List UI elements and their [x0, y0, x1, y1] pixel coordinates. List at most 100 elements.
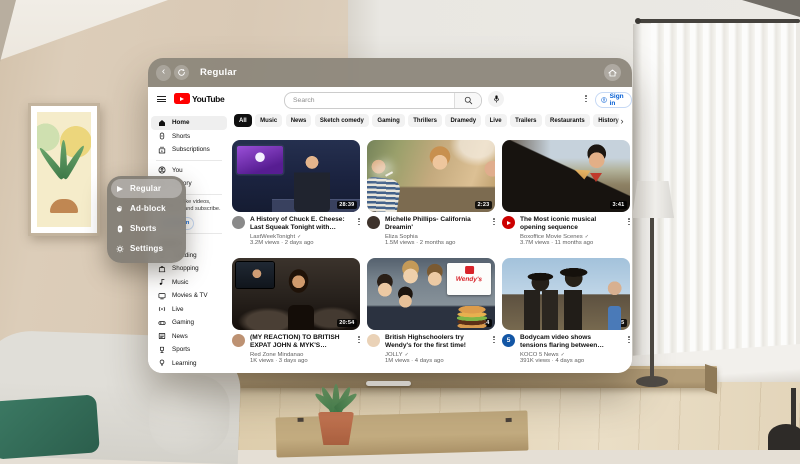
video-menu-icon[interactable] — [358, 218, 360, 225]
floor-lamp-base — [636, 376, 668, 387]
video-meta: 1M views · 4 days ago — [385, 358, 481, 364]
duration-badge: 2:23 — [475, 201, 492, 209]
header-more-icon[interactable] — [585, 95, 587, 102]
video-menu-icon[interactable] — [493, 218, 495, 225]
sidebar-item-news[interactable]: News — [148, 330, 230, 344]
chip-all[interactable]: All — [234, 114, 252, 127]
channel-avatar[interactable] — [367, 334, 380, 347]
channel-name[interactable]: KOCO 5 News✓ — [520, 352, 616, 358]
video-thumbnail[interactable]: Wendy's 11:34 — [367, 258, 495, 330]
youtube-page: YouTube — [148, 87, 632, 373]
home-button[interactable] — [604, 64, 621, 81]
video-thumbnail[interactable]: 28:39 — [232, 140, 360, 212]
channel-name[interactable]: LastWeekTonight✓ — [250, 234, 346, 240]
sidebar-item-shorts[interactable]: Shorts — [148, 130, 230, 144]
sidebar-item-you[interactable]: You — [148, 164, 230, 178]
mode-item-regular[interactable]: Regular — [111, 179, 182, 198]
chip-thrillers[interactable]: Thrillers — [408, 114, 442, 127]
sidebar-item-home[interactable]: Home — [151, 116, 227, 130]
video-menu-icon[interactable] — [358, 336, 360, 343]
home-icon — [158, 119, 166, 127]
mode-item-shorts[interactable]: Shorts — [111, 219, 182, 238]
sidebar-item-learning[interactable]: Learning — [148, 357, 230, 371]
search-box[interactable] — [284, 92, 482, 109]
channel-avatar[interactable] — [367, 216, 380, 229]
video-meta: 391K views · 4 days ago — [520, 358, 616, 364]
video-menu-icon[interactable] — [493, 336, 495, 343]
refresh-button[interactable] — [174, 65, 189, 80]
video-title[interactable]: (MY REACTION) TO BRITISH EXPAT JOHN & MY… — [250, 334, 346, 350]
back-button[interactable]: ‹ — [156, 65, 171, 81]
mode-item-settings[interactable]: Settings — [111, 239, 182, 258]
video-title[interactable]: Michelle Phillips- California Dreamin' — [385, 216, 481, 232]
voice-search-button[interactable] — [488, 91, 504, 107]
video-thumbnail[interactable]: 2:23 — [367, 140, 495, 212]
signin-button[interactable]: Sign in — [595, 92, 632, 108]
shorts-icon — [158, 132, 166, 140]
channel-name[interactable]: Boxoffice Movie Scenes✓ — [520, 234, 616, 240]
chips-scroll-right-icon[interactable]: › — [616, 114, 628, 127]
play-icon — [116, 185, 124, 193]
lightbulb-icon — [158, 359, 166, 367]
channel-avatar[interactable] — [232, 216, 245, 229]
youtube-logo[interactable]: YouTube — [174, 93, 224, 104]
channel-name[interactable]: Red Zone Mindanao — [250, 352, 346, 358]
menu-hamburger-icon[interactable] — [157, 96, 166, 102]
youtube-brand-text: YouTube — [192, 94, 224, 104]
video-thumbnail[interactable]: 20:54 — [232, 258, 360, 330]
mode-item-adblock[interactable]: Ad-block — [111, 199, 182, 218]
sidebar-item-movies-tv[interactable]: Movies & TV — [148, 289, 230, 303]
chip-sketch-comedy[interactable]: Sketch comedy — [315, 114, 369, 127]
chip-restaurants[interactable]: Restaurants — [545, 114, 590, 127]
signin-label: Sign in — [610, 93, 626, 107]
chip-dramedy[interactable]: Dramedy — [445, 114, 481, 127]
chip-gaming[interactable]: Gaming — [372, 114, 404, 127]
chip-live[interactable]: Live — [485, 114, 507, 127]
video-card: Wendy's 11:34 British Highschoolers try … — [367, 258, 495, 364]
sidebar-item-music[interactable]: Music — [148, 276, 230, 290]
channel-avatar[interactable] — [232, 334, 245, 347]
video-thumbnail[interactable]: 2:55 — [502, 258, 630, 330]
chip-music[interactable]: Music — [255, 114, 282, 127]
sidebar-item-shopping[interactable]: Shopping — [148, 262, 230, 276]
terracotta-pot — [318, 412, 354, 445]
video-menu-icon[interactable] — [628, 218, 630, 225]
duration-badge: 3:41 — [610, 201, 627, 209]
video-title[interactable]: Bodycam video shows tensions flaring bet… — [520, 334, 616, 350]
channel-avatar[interactable] — [502, 216, 515, 229]
sidebar-item-subscriptions[interactable]: Subscriptions — [148, 143, 230, 157]
video-card: 2:55 5 Bodycam video shows tensions flar… — [502, 258, 630, 364]
sidebar-item-gaming[interactable]: Gaming — [148, 316, 230, 330]
corner-lamp-base — [768, 424, 800, 450]
video-thumbnail[interactable]: 3:41 — [502, 140, 630, 212]
video-title[interactable]: British Highschoolers try Wendy's for th… — [385, 334, 481, 350]
wendys-sign-text: Wendy's — [448, 266, 490, 283]
window-titlebar[interactable]: ‹ Regular — [148, 58, 632, 87]
live-signal-icon — [158, 305, 166, 313]
sidebar-item-sports[interactable]: Sports — [148, 343, 230, 357]
video-meta: 1K views · 3 days ago — [250, 358, 346, 364]
hand-stop-icon — [116, 205, 124, 213]
home-icon — [607, 68, 618, 78]
search-button[interactable] — [454, 93, 481, 108]
duration-badge: 20:54 — [337, 319, 357, 327]
video-title[interactable]: The Most iconic musical opening sequence — [520, 216, 616, 232]
search-input[interactable] — [285, 93, 454, 108]
youtube-play-icon — [174, 93, 190, 104]
channel-avatar[interactable]: 5 — [502, 334, 515, 347]
sidebar-item-live[interactable]: Live — [148, 303, 230, 317]
chip-news[interactable]: News — [286, 114, 312, 127]
window-drag-bar[interactable] — [366, 381, 411, 386]
category-chips: All Music News Sketch comedy Gaming Thri… — [234, 114, 620, 128]
channel-name[interactable]: JOLLY✓ — [385, 352, 481, 358]
video-title[interactable]: A History of Chuck E. Cheese: Last Squea… — [250, 216, 346, 232]
shorts-icon — [116, 225, 124, 233]
chip-trailers[interactable]: Trailers — [510, 114, 541, 127]
music-note-icon — [158, 278, 166, 286]
video-card: 20:54 (MY REACTION) TO BRITISH EXPAT JOH… — [232, 258, 360, 364]
settings-gear-icon — [116, 245, 124, 253]
channel-name[interactable]: Eliza Sophia — [385, 234, 481, 240]
video-menu-icon[interactable] — [628, 336, 630, 343]
trophy-icon — [158, 346, 166, 354]
potted-plant — [300, 372, 372, 448]
